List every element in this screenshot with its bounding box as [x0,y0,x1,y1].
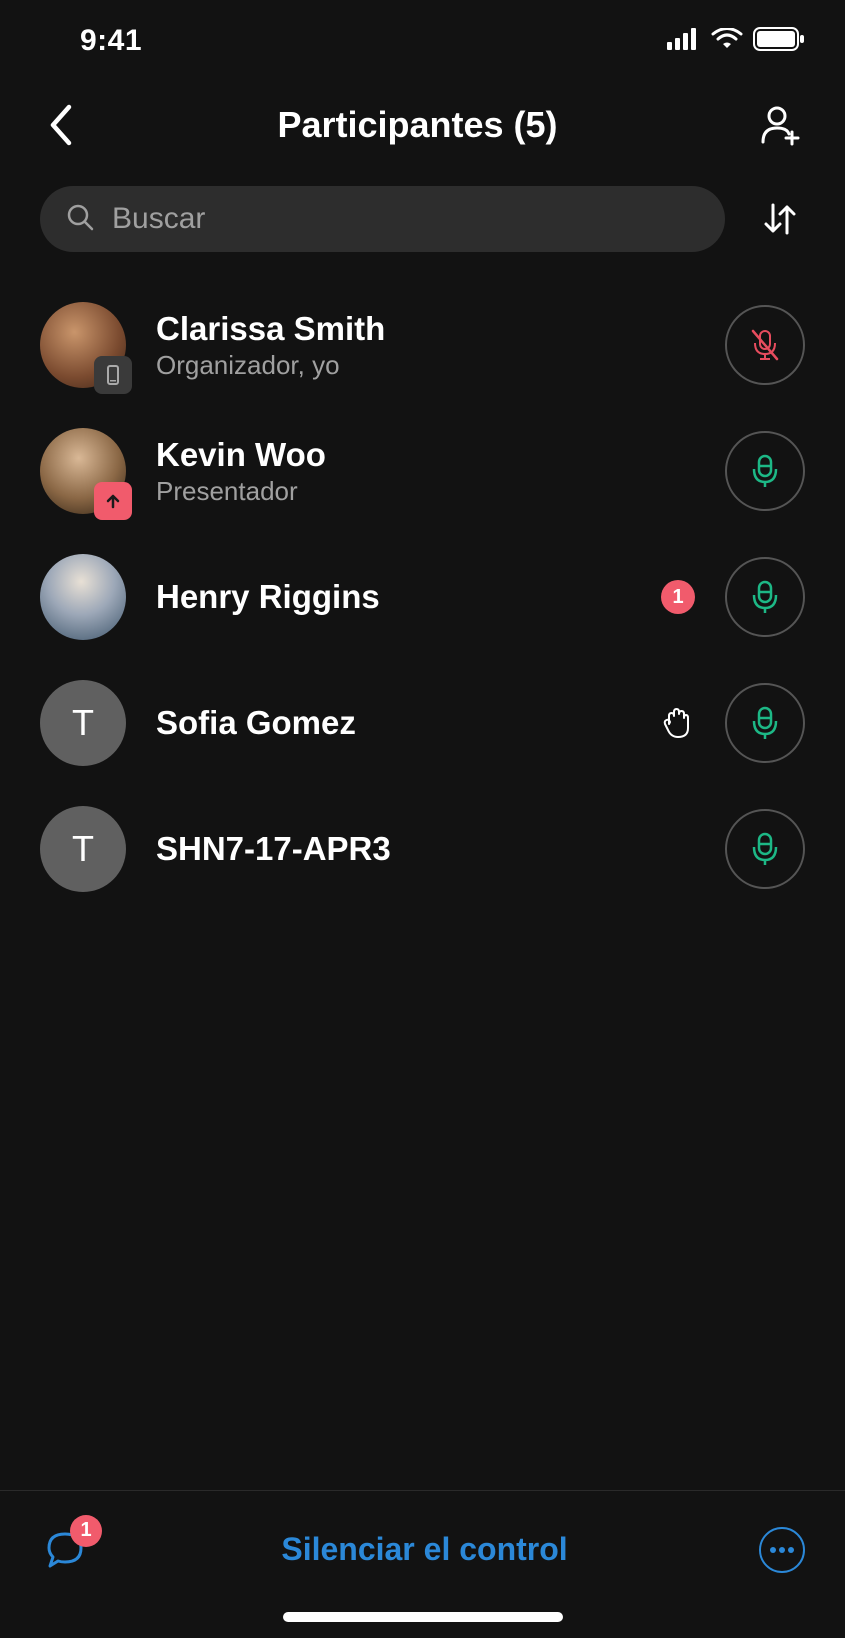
participant-indicators [659,705,695,741]
status-indicators [667,27,805,56]
search-input[interactable] [112,202,699,236]
wifi-icon [711,28,743,55]
avatar: T [40,806,126,892]
search-row [0,186,845,252]
mic-off-icon [746,326,784,364]
chat-button[interactable]: 1 [40,1525,90,1575]
mic-on-icon [750,578,780,616]
participant-list: Clarissa Smith Organizador, yo Kevin Woo… [0,252,845,912]
sort-button[interactable] [755,194,805,244]
participant-role: Organizador, yo [156,350,695,381]
participant-info: SHN7-17-APR3 [156,830,695,868]
participant-row[interactable]: T Sofia Gomez [40,660,805,786]
add-participant-button[interactable] [755,100,805,150]
search-box[interactable] [40,186,725,252]
participant-name: Clarissa Smith [156,310,695,348]
mute-all-button[interactable]: Silenciar el control [281,1531,567,1568]
mic-on-icon [750,452,780,490]
header: Participantes (5) [0,70,845,180]
participant-info: Kevin Woo Presentador [156,436,695,507]
person-add-icon [759,104,801,146]
phone-overlay-icon [94,356,132,394]
participant-row[interactable]: Henry Riggins 1 [40,534,805,660]
avatar [40,302,126,388]
more-horizontal-icon [769,1546,795,1554]
mic-on-icon [750,830,780,868]
hand-raised-icon [659,705,695,741]
participant-indicators: 1 [661,580,695,614]
mic-on-icon [750,704,780,742]
search-icon [66,203,94,236]
page-title: Participantes (5) [80,104,755,146]
participant-info: Clarissa Smith Organizador, yo [156,310,695,381]
mic-muted-button[interactable] [725,305,805,385]
avatar [40,428,126,514]
mic-active-button[interactable] [725,683,805,763]
chat-badge: 1 [70,1515,102,1547]
participant-info: Henry Riggins [156,578,631,616]
status-bar: 9:41 [0,0,845,70]
participant-row[interactable]: Kevin Woo Presentador [40,408,805,534]
home-indicator[interactable] [283,1612,563,1622]
screen-share-overlay-icon [94,482,132,520]
chevron-left-icon [48,104,72,146]
mic-active-button[interactable] [725,431,805,511]
participant-row[interactable]: T SHN7-17-APR3 [40,786,805,912]
participant-info: Sofia Gomez [156,704,629,742]
participant-name: SHN7-17-APR3 [156,830,695,868]
participant-name: Kevin Woo [156,436,695,474]
more-options-button[interactable] [759,1527,805,1573]
mic-active-button[interactable] [725,809,805,889]
participant-name: Henry Riggins [156,578,631,616]
back-button[interactable] [40,100,80,150]
participant-role: Presentador [156,476,695,507]
sort-arrows-icon [760,199,800,239]
status-time: 9:41 [80,24,142,58]
notification-badge: 1 [661,580,695,614]
battery-icon [753,27,805,56]
avatar: T [40,680,126,766]
avatar-initials: T [40,680,126,766]
participant-name: Sofia Gomez [156,704,629,742]
participant-row[interactable]: Clarissa Smith Organizador, yo [40,282,805,408]
avatar-initials: T [40,806,126,892]
cellular-icon [667,28,701,55]
avatar [40,554,126,640]
mic-active-button[interactable] [725,557,805,637]
